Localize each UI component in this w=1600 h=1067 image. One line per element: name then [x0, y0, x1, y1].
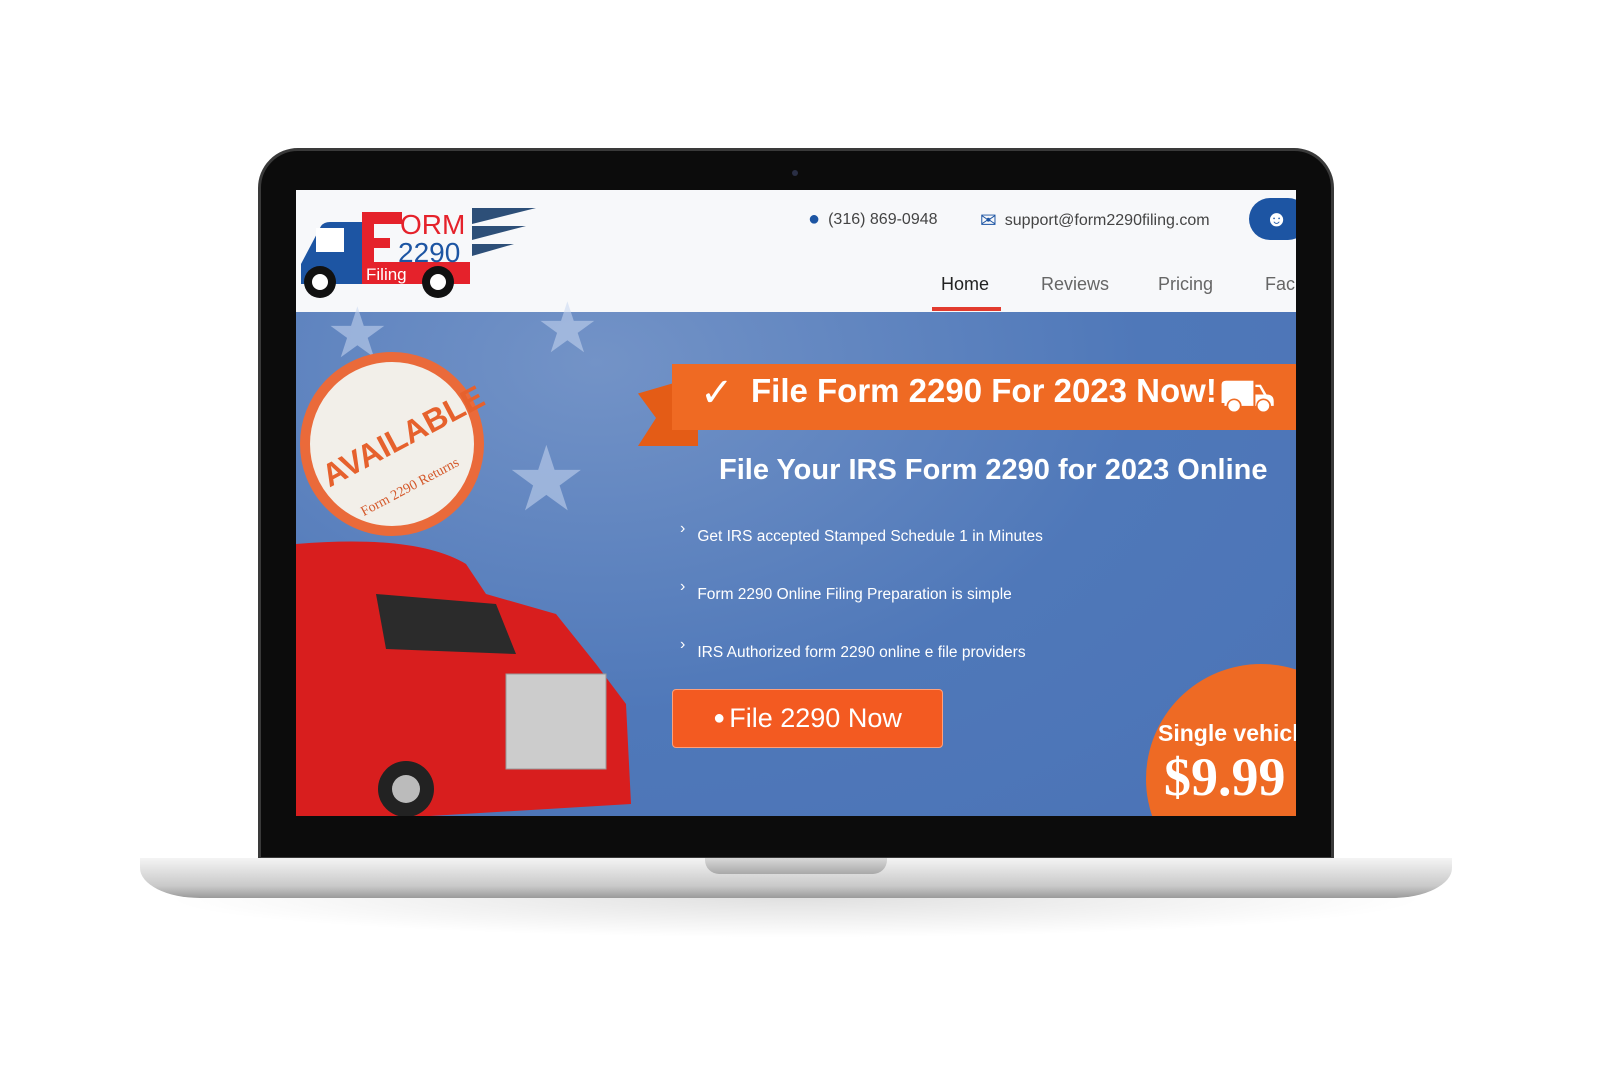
email-address[interactable]: support@form2290filing.com: [1005, 212, 1210, 230]
svg-text:Filing: Filing: [366, 265, 407, 284]
laptop-shadow: [160, 898, 1432, 938]
nav-faq[interactable]: Fac: [1265, 274, 1295, 295]
ribbon-title: File Form 2290 For 2023 Now!: [751, 372, 1217, 409]
phone-number[interactable]: (316) 869-0948: [828, 211, 937, 229]
shield-check-icon: ✓: [700, 371, 734, 415]
user-icon: ☻: [1265, 206, 1289, 231]
svg-text:2290: 2290: [398, 237, 460, 268]
file-2290-now-button[interactable]: ● File 2290 Now: [672, 689, 943, 748]
feature-item: › Form 2290 Online Filing Preparation is …: [680, 578, 1012, 604]
nav-home[interactable]: Home: [941, 274, 989, 295]
chevron-right-icon: ›: [680, 520, 686, 537]
star-decoration: ★: [536, 289, 599, 367]
price-value: $9.99: [1164, 747, 1286, 807]
feature-item: › IRS Authorized form 2290 online e file …: [680, 636, 1026, 662]
user-icon: ●: [713, 707, 726, 729]
site-logo[interactable]: ORM 2290 Filing: [296, 204, 541, 299]
stamp-text: AVAILABLE: [315, 378, 491, 494]
envelope-icon: ✉: [980, 210, 997, 232]
price-badge: Single vehicl $9.99: [1146, 664, 1296, 816]
chevron-right-icon: ›: [680, 578, 686, 595]
email-contact[interactable]: ✉ support@form2290filing.com: [980, 208, 1210, 233]
account-button[interactable]: ☻: [1249, 198, 1296, 240]
available-stamp: AVAILABLE Form 2290 Returns: [300, 352, 490, 536]
svg-text:ORM: ORM: [400, 209, 465, 240]
feature-text: Get IRS accepted Stamped Schedule 1 in M…: [697, 528, 1043, 545]
feature-text: Form 2290 Online Filing Preparation is s…: [697, 586, 1012, 603]
site-header: ORM 2290 Filing ● (316) 869-0948 ✉ suppo…: [296, 190, 1296, 312]
phone-contact[interactable]: ● (316) 869-0948: [808, 208, 938, 231]
website-screen: ORM 2290 Filing ● (316) 869-0948 ✉ suppo…: [296, 190, 1296, 816]
chevron-right-icon: ›: [680, 636, 686, 653]
hero-banner: ★ ★ ★ AVAILABLE Form 2290 Returns ⛟ ✓ Fi…: [296, 289, 1296, 816]
red-truck-image: [296, 541, 631, 816]
hero-subtitle: File Your IRS Form 2290 for 2023 Online: [719, 454, 1268, 486]
nav-reviews[interactable]: Reviews: [1041, 274, 1109, 295]
cta-label: File 2290 Now: [729, 703, 902, 733]
camera-icon: [792, 170, 798, 176]
nav-active-indicator: [932, 307, 1001, 311]
star-decoration: ★: [506, 430, 587, 530]
truck-icon: ⛟: [1218, 369, 1276, 421]
feature-item: › Get IRS accepted Stamped Schedule 1 in …: [680, 520, 1043, 546]
feature-text: IRS Authorized form 2290 online e file p…: [697, 644, 1026, 661]
nav-pricing[interactable]: Pricing: [1158, 274, 1213, 295]
price-label: Single vehicl: [1158, 720, 1296, 746]
user-phone-icon: ●: [808, 208, 821, 230]
laptop-notch: [705, 858, 887, 874]
